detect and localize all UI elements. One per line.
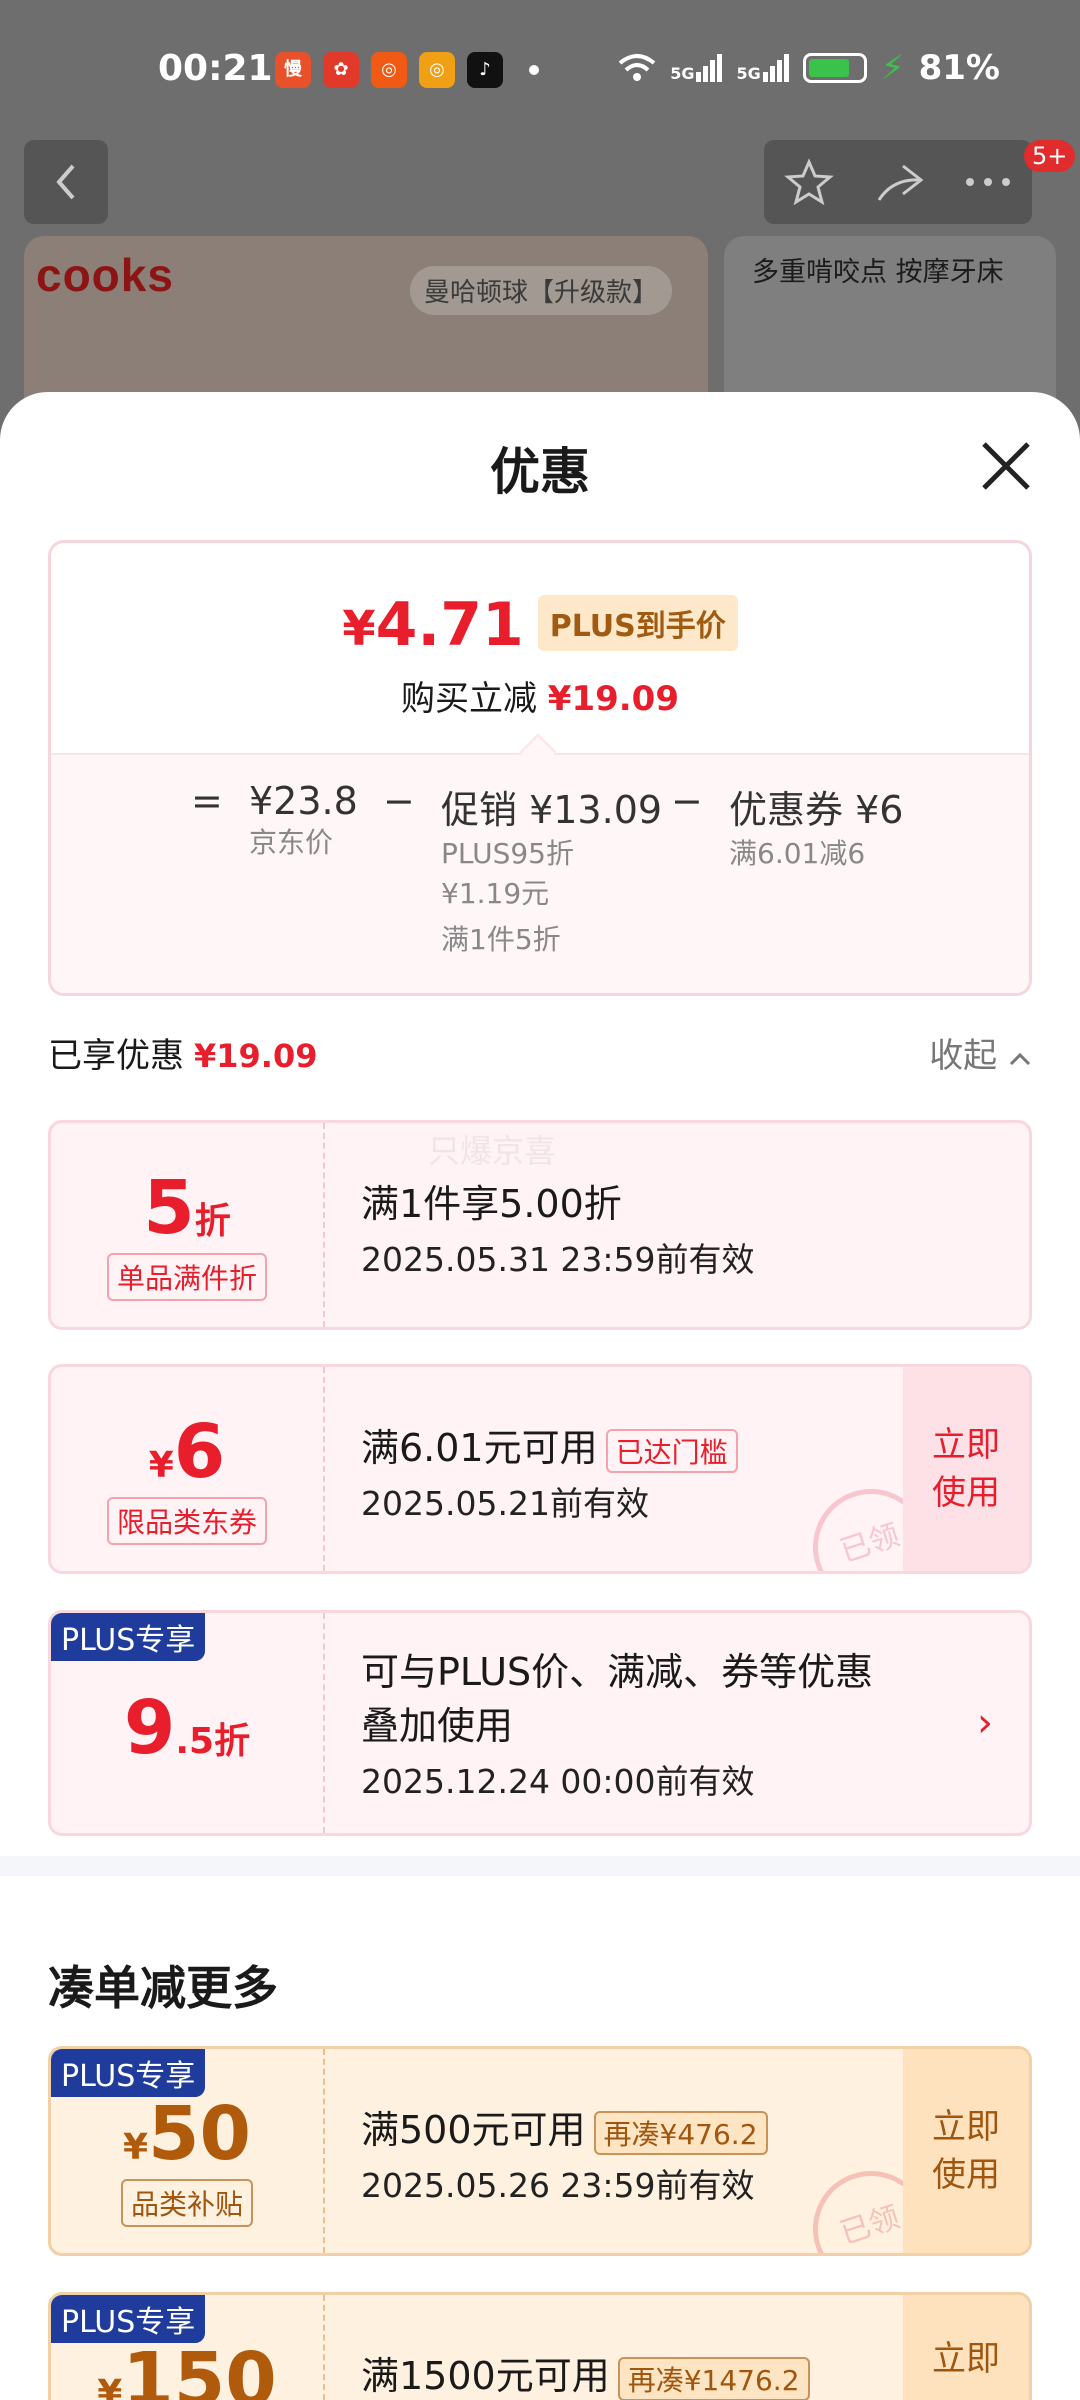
close-icon[interactable] — [976, 436, 1036, 496]
coupon-condition-line2: 叠加使用 — [361, 1704, 514, 1748]
app-icon-1: 慢 — [275, 52, 311, 88]
promo-value: 促销 ¥13.09 — [441, 788, 663, 832]
signal-icon-2: 5G — [736, 54, 789, 82]
message-badge: 5+ — [1024, 140, 1076, 172]
coupon-condition: 满6.01元可用 已达门槛 — [361, 1417, 738, 1473]
more-icon[interactable] — [964, 176, 1012, 188]
product-tag: 曼哈顿球【升级款】 — [410, 266, 673, 315]
price-summary-top: ¥4.71 PLUS到手价 购买立减 ¥19.09 — [51, 543, 1029, 753]
more-section-title: 凑单减更多 — [48, 1961, 278, 2015]
battery-percent: 81% — [918, 48, 1000, 88]
more-notifications-dot — [529, 65, 539, 75]
coupon-value: 9.5折 — [123, 1685, 251, 1771]
coupon-expiry: 2025.05.26 23:59前有效 — [361, 2166, 755, 2205]
coupon-type-label: 品类补贴 — [120, 2179, 254, 2227]
gap-tag: 再凑¥1476.2 — [617, 2356, 810, 2400]
notification-icons: 慢 ✿ ◎ ◎ ♪ — [275, 52, 539, 88]
chevron-up-icon — [1009, 1052, 1031, 1066]
coupon-type-label: 限品类东券 — [106, 1497, 268, 1545]
coupon-card-plus[interactable]: PLUS专享 9.5折 可与PLUS价、满减、券等优惠 叠加使用 2025.12… — [48, 1610, 1032, 1836]
app-icon-4: ◎ — [419, 52, 455, 88]
chevron-right-icon: › — [977, 1700, 993, 1746]
battery-icon — [802, 53, 867, 83]
coupon-condition: 满1件享5.00折 — [361, 1182, 622, 1226]
star-icon[interactable] — [783, 157, 834, 207]
promo-block: 促销 ¥13.09 PLUS95折 ¥1.19元 满1件5折 — [441, 779, 662, 960]
coupon-value-area: ¥50 品类补贴 — [51, 2049, 323, 2253]
coupon-value: 5折 — [143, 1165, 231, 1251]
coupon-value: 优惠券 ¥6 — [729, 788, 904, 832]
base-price: ¥23.8 — [249, 779, 358, 823]
coupon-condition: 满500元可用 再凑¥476.2 — [361, 2099, 768, 2155]
watermark: 只爆京喜 — [428, 1132, 557, 1170]
status-time: 00:21 — [158, 48, 273, 89]
coupon-condition: 满1500元可用 再凑¥1476.2 — [361, 2345, 810, 2400]
top-actions — [764, 140, 1032, 224]
plus-price-tag: PLUS到手价 — [537, 595, 738, 651]
discount-sheet: 优惠 ¥4.71 PLUS到手价 购买立减 ¥19.09 = ¥23.8 京东价… — [0, 392, 1080, 2400]
reduce-value: ¥19.09 — [547, 679, 679, 719]
coupon-detail: 满6.01减6 — [729, 837, 866, 870]
status-right: 5G 5G ⚡ 81% — [618, 48, 1000, 88]
coupon-block: 优惠券 ¥6 满6.01减6 — [729, 779, 903, 874]
coupon-expiry: 2025.12.24 00:00前有效 — [361, 1762, 755, 1801]
enjoyed-discount-row: 已享优惠 ¥19.09 收起 — [48, 1028, 1032, 1076]
promo-detail-1: PLUS95折 — [441, 837, 574, 870]
promo-detail-3: 满1件5折 — [441, 923, 561, 956]
threshold-tag: 已达门槛 — [605, 1428, 738, 1473]
status-bar: 00:21 慢 ✿ ◎ ◎ ♪ 5G 5G ⚡ 81% — [0, 0, 1080, 130]
coupon-divider — [323, 2295, 325, 2400]
price-breakdown: = ¥23.8 京东价 − 促销 ¥13.09 PLUS95折 ¥1.19元 满… — [51, 753, 1029, 993]
sheet-title: 优惠 — [490, 443, 590, 501]
reduce-row: 购买立减 ¥19.09 — [51, 671, 1029, 720]
coupon-value-area: 5折 单品满件折 — [51, 1123, 323, 1327]
coupon-card-large: PLUS专享 ¥150 满1500元可用 再凑¥1476.2 立即 — [48, 2292, 1032, 2400]
minus-sign-2: − — [671, 779, 703, 823]
coupon-value: ¥150 — [97, 2337, 277, 2400]
gap-tag: 再凑¥476.2 — [593, 2110, 768, 2155]
charging-icon: ⚡ — [880, 48, 905, 88]
use-now-button[interactable]: 立即 — [903, 2295, 1029, 2400]
coupon-divider — [323, 1613, 325, 1833]
coupon-expiry: 2025.05.21前有效 — [361, 1484, 649, 1523]
back-button[interactable] — [24, 140, 108, 224]
coupon-value-area: ¥6 限品类东券 — [51, 1367, 323, 1571]
coupon-value-area: 9.5折 — [51, 1613, 323, 1833]
base-price-label: 京东价 — [249, 826, 334, 859]
enjoyed-label: 已享优惠 — [48, 1036, 184, 1076]
base-price-block: ¥23.8 京东价 — [249, 779, 358, 863]
coupon-value: ¥6 — [148, 1409, 226, 1495]
coupon-card-jd: ¥6 限品类东券 满6.01元可用 已达门槛 2025.05.21前有效 已领 立… — [48, 1364, 1032, 1574]
collapse-button[interactable]: 收起 — [929, 1028, 1032, 1077]
wifi-icon — [618, 54, 656, 81]
coupon-type-label: 单品满件折 — [106, 1253, 268, 1301]
signal-icon-1: 5G — [670, 54, 723, 82]
tiktok-icon: ♪ — [467, 52, 503, 88]
price-summary-card: ¥4.71 PLUS到手价 购买立减 ¥19.09 = ¥23.8 京东价 − … — [48, 540, 1032, 996]
coupon-value-area: ¥150 — [51, 2295, 323, 2400]
final-price: ¥4.71 — [342, 590, 524, 660]
side-card-title: 多重啃咬点 按摩牙床 — [752, 257, 1004, 288]
section-divider — [0, 1856, 1080, 1876]
app-icon-3: ◎ — [371, 52, 407, 88]
minus-sign-1: − — [383, 779, 415, 823]
use-now-button[interactable]: 立即使用 — [903, 1367, 1029, 1571]
coupon-divider — [323, 1123, 325, 1327]
reduce-label: 购买立减 — [400, 679, 537, 719]
coupon-value: ¥50 — [122, 2091, 252, 2177]
brand-logo: cooks — [36, 249, 174, 301]
coupon-condition-line1: 可与PLUS价、满减、券等优惠 — [361, 1650, 874, 1694]
coupon-card-subsidy: PLUS专享 ¥50 品类补贴 满500元可用 再凑¥476.2 2025.05.… — [48, 2046, 1032, 2256]
equals-sign: = — [191, 779, 223, 823]
coupon-divider — [323, 1367, 325, 1571]
share-icon[interactable] — [873, 160, 925, 204]
chevron-left-icon — [56, 164, 75, 200]
coupon-expiry: 2025.05.31 23:59前有效 — [361, 1240, 755, 1279]
enjoyed-value: ¥19.09 — [194, 1037, 318, 1075]
use-now-button[interactable]: 立即使用 — [903, 2049, 1029, 2253]
app-icon-2: ✿ — [323, 52, 359, 88]
coupon-divider — [323, 2049, 325, 2253]
promo-detail-2: ¥1.19元 — [441, 877, 550, 910]
